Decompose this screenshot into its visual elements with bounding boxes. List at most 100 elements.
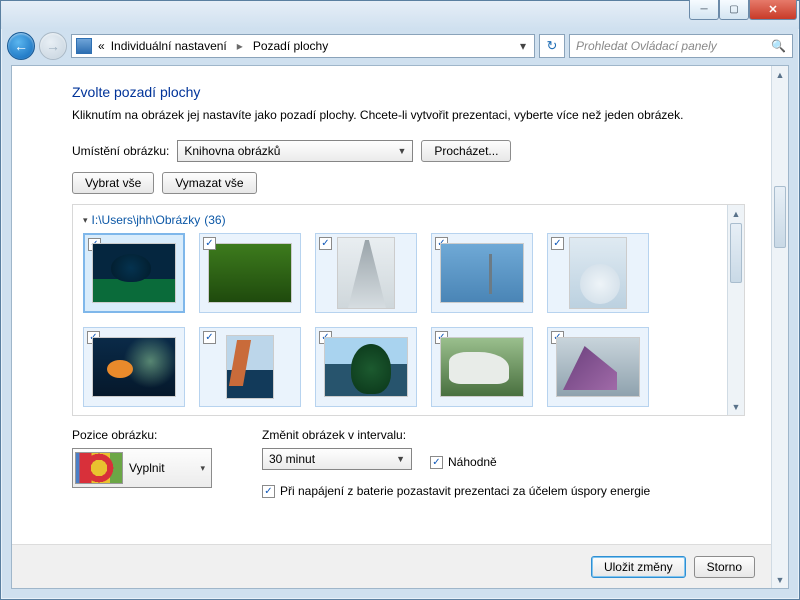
back-button[interactable]: ← (7, 32, 35, 60)
nav-row: ← → « Individuální nastavení ▸ Pozadí pl… (1, 29, 799, 63)
page-subtitle: Kliknutím na obrázek jej nastavíte jako … (72, 108, 745, 122)
scroll-down-icon[interactable]: ▼ (772, 571, 788, 588)
thumbnail-checkbox[interactable]: ✓ (203, 237, 216, 250)
content-area: Zvolte pozadí plochy Kliknutím na obráze… (12, 66, 771, 544)
titlebar: ─ ▢ ✕ (1, 1, 799, 29)
breadcrumb-desktop-background[interactable]: Pozadí plochy (253, 39, 328, 53)
interval-value: 30 minut (269, 452, 315, 466)
page-title: Zvolte pozadí plochy (72, 84, 745, 100)
chevron-right-icon[interactable]: ▸ (233, 39, 247, 53)
image-list: ▲ ▼ ▾ I:\Users\jhh\Obrázky (36) ✓✓✓✓✓✓✓✓… (72, 204, 745, 416)
thumbnail-frame: ✓ (431, 233, 533, 313)
thumbnail-image (92, 337, 176, 397)
search-input[interactable]: Prohledat Ovládací panely 🔍 (569, 34, 793, 58)
thumbnail-item[interactable]: ✓ (83, 327, 185, 407)
scroll-up-icon[interactable]: ▲ (772, 66, 788, 83)
browse-button[interactable]: Procházet... (421, 140, 511, 162)
checkbox-icon: ✓ (262, 485, 275, 498)
thumbnail-image (226, 335, 274, 399)
thumbnail-item[interactable]: ✓ (315, 327, 417, 407)
thumbnail-image (208, 243, 292, 303)
location-value: Knihovna obrázků (184, 144, 280, 158)
footer: Uložit změny Storno (12, 544, 771, 588)
window-frame: ─ ▢ ✕ ← → « Individuální nastavení ▸ Poz… (0, 0, 800, 600)
thumbnail-item[interactable]: ✓ (83, 233, 185, 313)
position-section: Pozice obrázku: Vyplnit ▾ (72, 428, 212, 498)
thumbnail-image (440, 337, 524, 397)
minimize-button[interactable]: ─ (689, 0, 719, 20)
search-icon[interactable]: 🔍 (771, 39, 786, 53)
scroll-thumb[interactable] (774, 186, 786, 248)
crumb-prefix: « (98, 39, 105, 53)
thumbnail-frame: ✓ (83, 233, 185, 313)
content-panel: ▲ ▼ Zvolte pozadí plochy Kliknutím na ob… (11, 65, 789, 589)
group-header[interactable]: ▾ I:\Users\jhh\Obrázky (36) (83, 213, 734, 227)
thumbnail-item[interactable]: ✓ (315, 233, 417, 313)
thumbnail-image (324, 337, 408, 397)
image-list-inner: ▾ I:\Users\jhh\Obrázky (36) ✓✓✓✓✓✓✓✓✓✓ (73, 205, 744, 415)
location-label: Umístění obrázku: (72, 144, 169, 158)
thumbnail-frame: ✓ (315, 327, 417, 407)
thumbnail-frame: ✓ (547, 327, 649, 407)
thumbnail-frame: ✓ (547, 233, 649, 313)
thumbnail-frame: ✓ (199, 233, 301, 313)
image-list-scrollbar[interactable]: ▲ ▼ (727, 205, 744, 415)
forward-button[interactable]: → (39, 32, 67, 60)
cancel-button[interactable]: Storno (694, 556, 755, 578)
thumbnail-frame: ✓ (83, 327, 185, 407)
chevron-down-icon: ▾ (200, 463, 209, 474)
shuffle-label: Náhodně (448, 455, 497, 469)
window-buttons: ─ ▢ ✕ (689, 0, 797, 20)
collapse-triangle-icon[interactable]: ▾ (83, 215, 88, 226)
search-placeholder: Prohledat Ovládací panely (576, 39, 717, 53)
position-preview-icon (75, 452, 123, 484)
interval-combobox[interactable]: 30 minut ▼ (262, 448, 412, 470)
refresh-button[interactable]: ↻ (539, 34, 565, 58)
thumbnail-checkbox[interactable]: ✓ (551, 237, 564, 250)
chevron-down-icon: ▼ (397, 146, 406, 156)
maximize-button[interactable]: ▢ (719, 0, 749, 20)
position-value: Vyplnit (129, 461, 165, 475)
address-bar[interactable]: « Individuální nastavení ▸ Pozadí plochy… (71, 34, 535, 58)
group-path: I:\Users\jhh\Obrázky (92, 213, 201, 227)
battery-pause-label: Při napájení z baterie pozastavit prezen… (280, 484, 650, 498)
breadcrumb-personalization[interactable]: Individuální nastavení (111, 39, 227, 53)
thumbnail-image (556, 337, 640, 397)
select-all-button[interactable]: Vybrat vše (72, 172, 154, 194)
thumbnail-checkbox[interactable]: ✓ (319, 237, 332, 250)
location-row: Umístění obrázku: Knihovna obrázků ▼ Pro… (72, 140, 745, 162)
shuffle-checkbox[interactable]: ✓ Náhodně (430, 455, 497, 469)
thumbnail-image (92, 243, 176, 303)
thumbnail-item[interactable]: ✓ (547, 233, 649, 313)
scroll-up-icon[interactable]: ▲ (728, 205, 744, 222)
thumbnail-item[interactable]: ✓ (199, 327, 301, 407)
thumbnail-image (337, 237, 395, 309)
select-buttons-row: Vybrat vše Vymazat vše (72, 172, 745, 194)
panel-scrollbar[interactable]: ▲ ▼ (771, 66, 788, 588)
thumbnail-item[interactable]: ✓ (547, 327, 649, 407)
battery-pause-checkbox[interactable]: ✓ Při napájení z baterie pozastavit prez… (262, 484, 650, 498)
thumbnail-item[interactable]: ✓ (199, 233, 301, 313)
control-panel-icon (76, 38, 92, 54)
position-label: Pozice obrázku: (72, 428, 212, 442)
location-combobox[interactable]: Knihovna obrázků ▼ (177, 140, 413, 162)
scroll-down-icon[interactable]: ▼ (728, 398, 744, 415)
thumbnail-item[interactable]: ✓ (431, 233, 533, 313)
thumbnail-image (569, 237, 627, 309)
thumbnail-frame: ✓ (431, 327, 533, 407)
chevron-down-icon: ▼ (396, 454, 405, 464)
thumbnail-checkbox[interactable]: ✓ (203, 331, 216, 344)
save-button[interactable]: Uložit změny (591, 556, 686, 578)
scroll-thumb[interactable] (730, 223, 742, 283)
settings-row: Pozice obrázku: Vyplnit ▾ Změnit obrázek… (72, 428, 745, 498)
interval-section: Změnit obrázek v intervalu: 30 minut ▼ ✓… (262, 428, 650, 498)
thumbnail-item[interactable]: ✓ (431, 327, 533, 407)
address-dropdown-icon[interactable]: ▾ (516, 39, 530, 53)
interval-label: Změnit obrázek v intervalu: (262, 428, 650, 442)
close-button[interactable]: ✕ (749, 0, 797, 20)
position-combobox[interactable]: Vyplnit ▾ (72, 448, 212, 488)
clear-all-button[interactable]: Vymazat vše (162, 172, 256, 194)
thumbnails-grid: ✓✓✓✓✓✓✓✓✓✓ (83, 233, 734, 407)
thumbnail-frame: ✓ (199, 327, 301, 407)
thumbnail-image (440, 243, 524, 303)
